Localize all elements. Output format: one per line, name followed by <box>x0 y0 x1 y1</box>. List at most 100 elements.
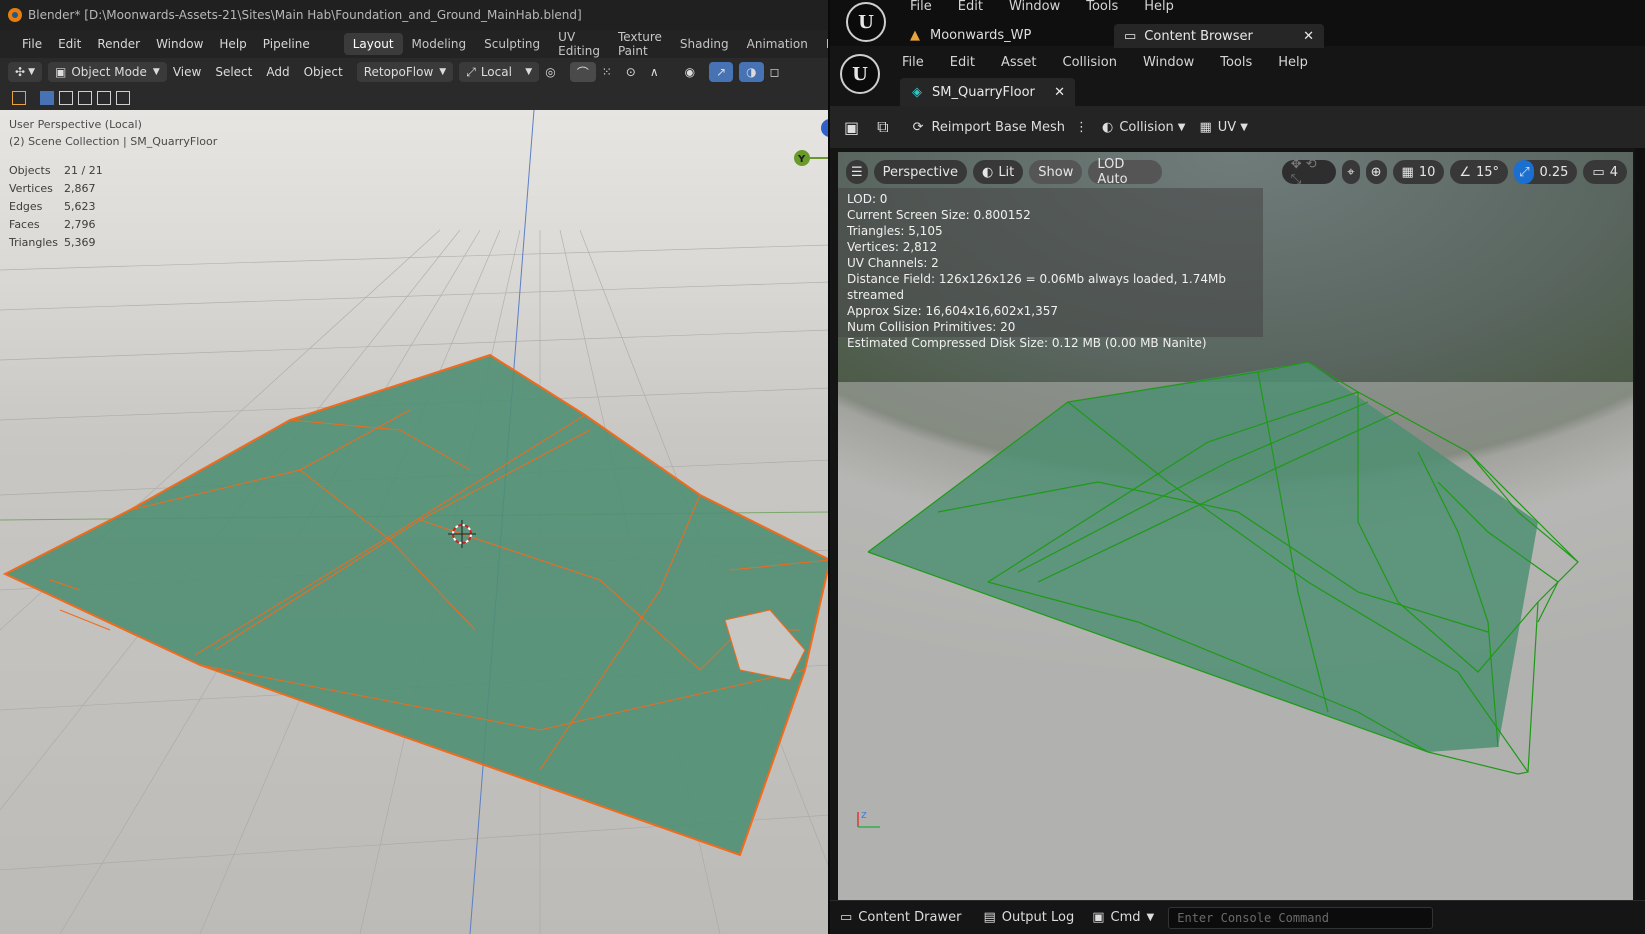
menu-file[interactable]: File <box>22 37 42 51</box>
select-box-tool-icon[interactable] <box>12 91 26 105</box>
editor-menu-tools[interactable]: Tools <box>1220 55 1252 70</box>
editor-menu-collision[interactable]: Collision <box>1063 55 1117 70</box>
axis-z-label: z <box>861 808 867 821</box>
cmd-dropdown[interactable]: ▣ Cmd ▼ <box>1092 910 1154 925</box>
unreal-mesh-viewport[interactable]: z ☰ Perspective ◐ Lit Show LOD Auto ✥ ⟲ … <box>838 152 1633 900</box>
editor-type-button[interactable]: ✣ ▼ <box>8 62 42 82</box>
chevron-down-icon: ▼ <box>28 67 35 77</box>
falloff-icon[interactable]: ∧ <box>650 65 659 79</box>
grid-snap-button[interactable]: ▦ 10 <box>1392 160 1445 184</box>
header-menu-object[interactable]: Object <box>304 65 343 79</box>
snap-toggle-icon[interactable]: ⌒ <box>569 62 596 82</box>
editor-menu-edit[interactable]: Edit <box>950 55 975 70</box>
workspace-tab-sculpting[interactable]: Sculpting <box>475 33 549 55</box>
close-icon[interactable]: ✕ <box>1054 85 1065 100</box>
workspace-tab-texture-paint[interactable]: Texture Paint <box>609 26 671 62</box>
orientation-icon: ⤢ <box>466 64 476 79</box>
quarry-floor-mesh <box>2 353 830 857</box>
lit-button[interactable]: ◐ Lit <box>972 160 1024 184</box>
camera-speed-button[interactable]: ▭ 4 <box>1583 160 1627 184</box>
content-browser-tab[interactable]: ▭ Content Browser ✕ <box>1114 24 1324 48</box>
main-menu-help[interactable]: Help <box>1144 0 1174 14</box>
editor-menu-window[interactable]: Window <box>1143 55 1194 70</box>
main-menu-tools[interactable]: Tools <box>1086 0 1118 14</box>
unreal-logo-icon[interactable]: U <box>846 2 886 42</box>
asset-editor-menu: File Edit Asset Collision Window Tools H… <box>902 52 1334 72</box>
asset-tab[interactable]: ◈ SM_QuarryFloor ✕ <box>900 78 1075 106</box>
editor-menu-file[interactable]: File <box>902 55 924 70</box>
header-menu-add[interactable]: Add <box>266 65 289 79</box>
close-icon[interactable]: ✕ <box>1303 29 1314 44</box>
mode-new-icon[interactable] <box>40 91 54 105</box>
main-menu-window[interactable]: Window <box>1009 0 1060 14</box>
transform-tools[interactable]: ✥ ⟲ ⤡ <box>1281 157 1337 187</box>
unreal-editor-logo-icon[interactable]: U <box>840 54 880 94</box>
editor-menu-help[interactable]: Help <box>1278 55 1308 70</box>
project-tab[interactable]: ▲ Moonwards_WP <box>910 24 1031 46</box>
lod-button[interactable]: LOD Auto <box>1088 157 1162 187</box>
reimport-button[interactable]: ⟳ Reimport Base Mesh ⋮ <box>913 120 1088 135</box>
info-triangles: Triangles: 5,105 <box>847 224 943 238</box>
chevron-down-icon: ▼ <box>1240 121 1248 133</box>
info-collision-primitives: Num Collision Primitives: 20 <box>847 320 1016 334</box>
object-mode-label: Object Mode <box>71 65 147 79</box>
workspace-tab-animation[interactable]: Animation <box>738 33 817 55</box>
workspace-tab-uv-editing[interactable]: UV Editing <box>549 26 609 62</box>
info-distance-field: Distance Field: 126x126x126 = 0.06Mb alw… <box>847 272 1226 302</box>
content-drawer-button[interactable]: ▭ Content Drawer <box>840 910 961 925</box>
blender-3d-viewport[interactable]: Y User Perspective (Local) (2) Scene Col… <box>0 110 830 934</box>
console-command-input[interactable]: Enter Console Command <box>1168 906 1434 929</box>
show-button[interactable]: Show <box>1029 160 1083 184</box>
scale-snap-button[interactable]: ⤢ 0.25 <box>1514 160 1578 184</box>
asset-toolbar: ▣ ⧉ ⟳ Reimport Base Mesh ⋮ ◐ Collision ▼… <box>830 106 1645 148</box>
viewport-options-icon[interactable]: ☰ <box>846 160 868 184</box>
header-menu-view[interactable]: View <box>173 65 201 79</box>
mode-intersect-icon[interactable] <box>116 91 130 105</box>
mode-difference-icon[interactable] <box>97 91 111 105</box>
mode-extend-icon[interactable] <box>59 91 73 105</box>
xray-icon[interactable]: ◻ <box>770 65 780 79</box>
menu-help[interactable]: Help <box>219 37 246 51</box>
browse-icon[interactable]: ⧉ <box>877 117 888 137</box>
pivot-icon[interactable]: ◎ <box>545 65 555 79</box>
orientation-dropdown[interactable]: ⤢ Local ▼ <box>459 62 540 82</box>
grid-snap-value: 10 <box>1418 164 1436 180</box>
output-log-button[interactable]: ▤ Output Log <box>983 910 1074 925</box>
object-mode-dropdown[interactable]: ▣ Object Mode ▼ <box>47 62 167 82</box>
snap-grid-icon[interactable]: ⁙ <box>602 65 612 79</box>
mode-subtract-icon[interactable] <box>78 91 92 105</box>
menu-render[interactable]: Render <box>97 37 140 51</box>
chevron-down-icon: ▼ <box>1146 912 1155 923</box>
header-menu-select[interactable]: Select <box>215 65 252 79</box>
angle-snap-button[interactable]: ∠ 15° <box>1450 160 1509 184</box>
proportional-edit-icon[interactable]: ⊙ <box>626 65 636 79</box>
workspace-tab-modeling[interactable]: Modeling <box>403 33 476 55</box>
main-menu-file[interactable]: File <box>910 0 932 14</box>
more-options-icon[interactable]: ⋮ <box>1075 120 1088 135</box>
content-browser-tab-label: Content Browser <box>1144 28 1253 44</box>
save-icon[interactable]: ▣ <box>844 118 859 137</box>
surface-snap-icon[interactable]: ⌖ <box>1342 160 1360 184</box>
details-panel-edge[interactable] <box>1635 148 1645 900</box>
overlay-toggle-icon[interactable]: ◑ <box>739 62 764 82</box>
main-menu-edit[interactable]: Edit <box>958 0 983 14</box>
gizmo-toggle-icon[interactable]: ↗ <box>709 62 734 82</box>
workspace-tab-layout[interactable]: Layout <box>343 33 403 55</box>
menu-window[interactable]: Window <box>156 37 203 51</box>
viewport-overlay-text: User Perspective (Local) (2) Scene Colle… <box>9 116 217 150</box>
workspace-tab-shading[interactable]: Shading <box>671 33 738 55</box>
menu-pipeline[interactable]: Pipeline <box>263 37 310 51</box>
content-browser-icon: ▭ <box>1124 28 1137 44</box>
collision-dropdown[interactable]: ◐ Collision ▼ <box>1102 120 1186 135</box>
retopoflow-dropdown[interactable]: RetopoFlow ▼ <box>356 62 454 82</box>
orientation-label: Local <box>480 65 512 79</box>
world-local-icon[interactable]: ⊕ <box>1365 160 1387 184</box>
editor-menu-asset[interactable]: Asset <box>1001 55 1037 70</box>
uv-dropdown[interactable]: ▦ UV ▼ <box>1200 120 1248 135</box>
blender-menubar: File Edit Render Window Help Pipeline La… <box>0 30 830 58</box>
menu-edit[interactable]: Edit <box>58 37 81 51</box>
visibility-icon[interactable]: ◉ <box>685 65 695 79</box>
stat-row: Triangles 5,369 <box>9 236 96 249</box>
select-tools-bar <box>0 86 830 110</box>
perspective-button[interactable]: Perspective <box>873 160 967 184</box>
